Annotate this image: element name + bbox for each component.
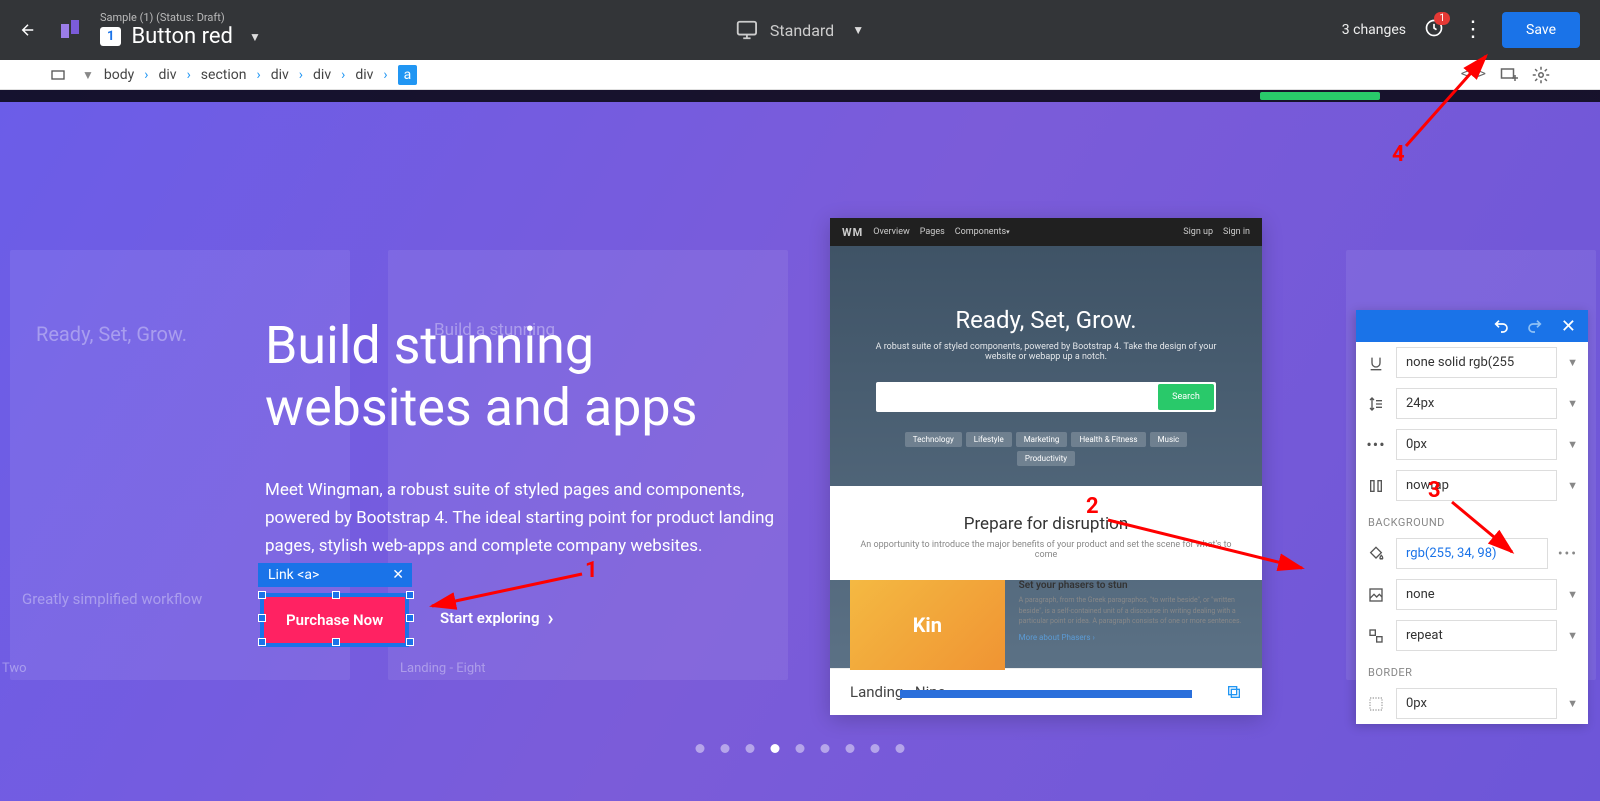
style-value[interactable]: 0px <box>1396 429 1557 460</box>
breadcrumb-item[interactable]: div <box>158 67 176 83</box>
more-menu-icon[interactable]: ⋮ <box>1462 19 1484 41</box>
topbar: Sample (1) (Status: Draft) 1 Button red … <box>0 0 1600 60</box>
app-logo-icon <box>58 18 82 42</box>
letter-spacing-icon: ••• <box>1366 435 1386 454</box>
chevron-down-icon[interactable]: ▼ <box>1567 629 1578 642</box>
image-icon <box>1366 587 1386 603</box>
style-row-bg-color[interactable]: rgb(255, 34, 98) ••• <box>1356 533 1588 574</box>
style-value[interactable]: none solid rgb(255 <box>1396 347 1557 378</box>
notification-badge: 1 <box>1434 12 1450 25</box>
chevron-down-icon: ▼ <box>249 30 261 44</box>
ghost-subhead: Greatly simplified workflow <box>22 590 202 608</box>
style-row-border-width[interactable]: 0px ▼ <box>1356 683 1588 724</box>
chevron-down-icon[interactable]: ▼ <box>1567 479 1578 492</box>
close-icon[interactable]: ✕ <box>1561 316 1576 337</box>
style-value[interactable]: 24px <box>1396 388 1557 419</box>
ghost-footer: Two <box>2 661 27 676</box>
chevron-down-icon[interactable]: ▼ <box>82 68 94 82</box>
preview-search: Search <box>876 382 1216 412</box>
more-icon[interactable]: ••• <box>1558 546 1578 562</box>
element-tag-label: Link <a> <box>258 563 329 587</box>
style-panel-header: ✕ <box>1356 310 1588 342</box>
preview-body-title: Prepare for disruption <box>860 514 1232 534</box>
chevron-right-icon: › <box>144 67 148 83</box>
section-background-label: BACKGROUND <box>1356 506 1588 533</box>
breadcrumb-item-active[interactable]: a <box>398 65 418 85</box>
chevron-right-icon: › <box>299 67 303 83</box>
preview-sub: A robust suite of styled components, pow… <box>860 342 1232 362</box>
code-icon[interactable]: < > <box>1461 66 1486 84</box>
hero-body: Meet Wingman, a robust suite of styled p… <box>265 476 785 560</box>
title-block: Sample (1) (Status: Draft) 1 Button red … <box>100 11 261 49</box>
element-tag: Link <a> ✕ <box>258 563 412 587</box>
preview-card: WM Overview Pages Components▾ Sign up Si… <box>830 218 1262 715</box>
chevron-right-icon: › <box>187 67 191 83</box>
style-row-nowrap[interactable]: nowrap ▼ <box>1356 465 1588 506</box>
notifications-icon[interactable]: 1 <box>1424 18 1444 42</box>
redo-icon[interactable] <box>1527 318 1543 334</box>
breadcrumb-item[interactable]: div <box>355 67 373 83</box>
style-row-text-decoration[interactable]: none solid rgb(255 ▼ <box>1356 342 1588 383</box>
breadcrumb-item[interactable]: div <box>271 67 289 83</box>
bg-color-value[interactable]: rgb(255, 34, 98) <box>1396 538 1548 569</box>
style-value[interactable]: none <box>1396 579 1557 610</box>
preview-headline: Ready, Set, Grow. <box>860 306 1232 334</box>
preview-screenshot: WM Overview Pages Components▾ Sign up Si… <box>830 218 1262 668</box>
chevron-down-icon[interactable]: ▼ <box>1567 397 1578 410</box>
border-icon <box>1366 696 1386 712</box>
preview-body-sub: An opportunity to introduce the major be… <box>860 540 1232 560</box>
close-icon[interactable]: ✕ <box>384 563 412 587</box>
chevron-down-icon[interactable]: ▼ <box>1567 588 1578 601</box>
viewport-label: Standard <box>770 21 834 40</box>
ghost-footer: Landing - Eight <box>400 661 486 676</box>
changes-count[interactable]: 3 changes <box>1342 22 1406 38</box>
breadcrumb-item[interactable]: section <box>201 67 247 83</box>
carousel-dots[interactable] <box>696 744 905 753</box>
monitor-icon <box>736 19 758 41</box>
breadcrumb-item[interactable]: div <box>313 67 331 83</box>
chevron-right-icon: › <box>383 67 387 83</box>
breadcrumb-item[interactable]: body <box>104 67 134 83</box>
hero-block: Build stunning websites and apps Meet Wi… <box>265 315 785 560</box>
chevron-down-icon[interactable]: ▼ <box>1567 356 1578 369</box>
section-border-label: BORDER <box>1356 656 1588 683</box>
page-nav-strip <box>0 90 1600 102</box>
variant-badge: 1 <box>100 27 121 46</box>
style-row-line-height[interactable]: 24px ▼ <box>1356 383 1588 424</box>
line-height-icon <box>1366 396 1386 412</box>
title-subtitle: Sample (1) (Status: Draft) <box>100 11 261 24</box>
style-row-letter-spacing[interactable]: ••• 0px ▼ <box>1356 424 1588 465</box>
chevron-right-icon: › <box>256 67 260 83</box>
ghost-headline: Ready, Set, Grow. <box>36 322 187 346</box>
breadcrumb: ▼ body › div › section › div › div › div… <box>0 60 1600 90</box>
paint-bucket-icon <box>1366 546 1386 562</box>
repeat-icon <box>1366 628 1386 644</box>
chevron-right-icon: › <box>341 67 345 83</box>
hero-headline: Build stunning websites and apps <box>265 315 785 440</box>
title-main[interactable]: 1 Button red ▼ <box>100 24 261 49</box>
style-row-bg-repeat[interactable]: repeat ▼ <box>1356 615 1588 656</box>
gear-icon[interactable] <box>1532 66 1550 84</box>
style-panel: ✕ none solid rgb(255 ▼ 24px ▼ ••• 0px ▼ … <box>1356 310 1588 724</box>
back-button[interactable] <box>10 12 46 48</box>
rectangle-select-icon[interactable] <box>50 67 66 83</box>
word-break-icon <box>1366 478 1386 494</box>
style-value[interactable]: nowrap <box>1396 470 1557 501</box>
experiment-title: Button red <box>131 24 233 49</box>
viewport-selector[interactable]: Standard ▼ <box>736 19 864 41</box>
style-row-bg-image[interactable]: none ▼ <box>1356 574 1588 615</box>
explore-link[interactable]: Start exploring <box>440 606 554 630</box>
undo-icon[interactable] <box>1493 318 1509 334</box>
save-button[interactable]: Save <box>1502 12 1580 48</box>
style-value[interactable]: 0px <box>1396 688 1557 719</box>
add-element-icon[interactable] <box>1500 66 1518 84</box>
chevron-down-icon[interactable]: ▼ <box>1567 697 1578 710</box>
text-decoration-icon <box>1366 355 1386 371</box>
style-value[interactable]: repeat <box>1396 620 1557 651</box>
chevron-down-icon: ▼ <box>852 23 864 37</box>
chevron-down-icon[interactable]: ▼ <box>1567 438 1578 451</box>
